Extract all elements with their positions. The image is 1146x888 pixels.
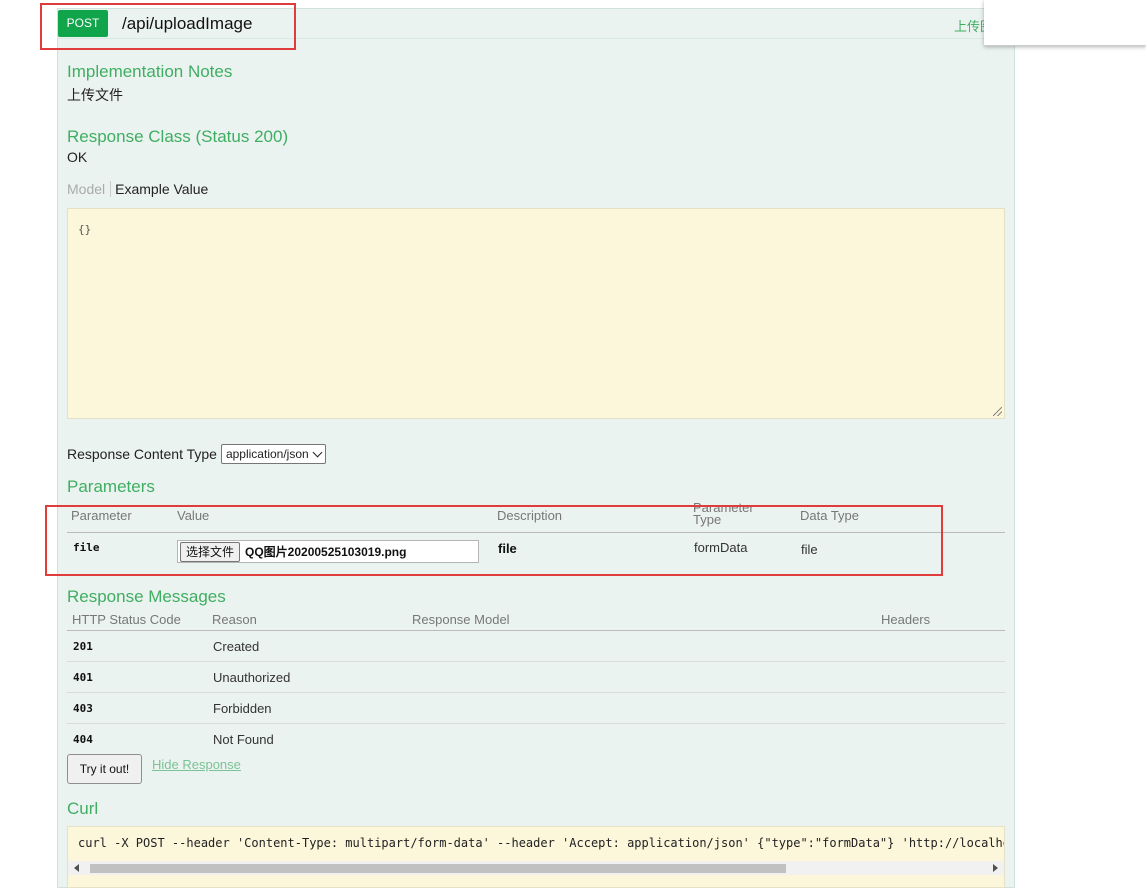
implementation-notes-text: 上传文件	[67, 87, 123, 103]
curl-command: curl -X POST --header 'Content-Type: mul…	[78, 836, 1004, 850]
param-header-description: Description	[497, 508, 563, 523]
horizontal-scrollbar[interactable]	[68, 861, 1004, 875]
resize-grip-icon[interactable]	[993, 407, 1002, 416]
response-class-text: OK	[67, 149, 88, 165]
resp-header-divider	[67, 630, 1005, 631]
response-content-type-select[interactable]: application/json	[220, 444, 326, 464]
row-divider	[67, 661, 1005, 662]
parameters-title: Parameters	[67, 477, 155, 496]
scroll-right-arrow-icon[interactable]	[993, 864, 998, 872]
response-class-title: Response Class (Status 200)	[67, 127, 289, 146]
curl-box[interactable]: curl -X POST --header 'Content-Type: mul…	[67, 826, 1005, 888]
chevron-down-icon	[312, 447, 323, 458]
status-code: 201	[73, 640, 93, 653]
status-code: 403	[73, 702, 93, 715]
row-divider	[67, 723, 1005, 724]
status-reason: Created	[213, 639, 260, 654]
operation-path[interactable]: /api/uploadImage	[122, 14, 252, 34]
row-divider	[67, 692, 1005, 693]
param-name: file	[73, 541, 100, 554]
status-reason: Forbidden	[213, 701, 272, 716]
try-it-out-button[interactable]: Try it out!	[67, 754, 142, 784]
file-input[interactable]: 选择文件 QQ图片20200525103019.png	[177, 540, 479, 563]
model-tabs: Model Example Value	[67, 181, 208, 197]
param-header-divider	[67, 532, 1005, 533]
operation-heading[interactable]: POST /api/uploadImage 上传图	[58, 9, 1016, 39]
curl-title: Curl	[67, 799, 99, 818]
example-value-text: {}	[78, 223, 92, 236]
param-description: file	[498, 541, 517, 556]
param-header-value: Value	[177, 508, 210, 523]
status-reason: Unauthorized	[213, 670, 291, 685]
file-name-text: QQ图片20200525103019.png	[245, 545, 407, 559]
overlay-popup	[984, 0, 1146, 46]
param-header-data-type: Data Type	[800, 508, 860, 523]
scroll-thumb[interactable]	[90, 864, 786, 873]
tab-example-value[interactable]: Example Value	[111, 181, 208, 197]
status-code: 404	[73, 733, 93, 746]
resp-header-headers: Headers	[881, 612, 931, 627]
scroll-left-arrow-icon[interactable]	[74, 864, 79, 872]
hide-response-link[interactable]: Hide Response	[152, 757, 241, 772]
response-messages-title: Response Messages	[67, 587, 226, 606]
param-data-type: file	[801, 542, 818, 557]
status-code: 401	[73, 671, 93, 684]
implementation-notes-title: Implementation Notes	[67, 62, 233, 81]
resp-header-status-code: HTTP Status Code	[72, 612, 181, 627]
response-content-type-value: application/json	[225, 447, 309, 461]
status-reason: Not Found	[213, 732, 274, 747]
choose-file-button[interactable]: 选择文件	[180, 541, 241, 562]
response-content-type-row: Response Content Type application/json	[67, 444, 326, 464]
resp-header-reason: Reason	[212, 612, 257, 627]
resp-header-response-model: Response Model	[412, 612, 510, 627]
param-type: formData	[694, 540, 748, 555]
response-content-type-label: Response Content Type	[67, 446, 217, 462]
param-header-parameter-type: Parameter Type	[693, 500, 754, 527]
method-badge[interactable]: POST	[58, 10, 108, 37]
tab-model[interactable]: Model	[67, 181, 112, 197]
param-header-parameter: Parameter	[71, 508, 132, 523]
example-value-box[interactable]: {}	[67, 208, 1005, 419]
